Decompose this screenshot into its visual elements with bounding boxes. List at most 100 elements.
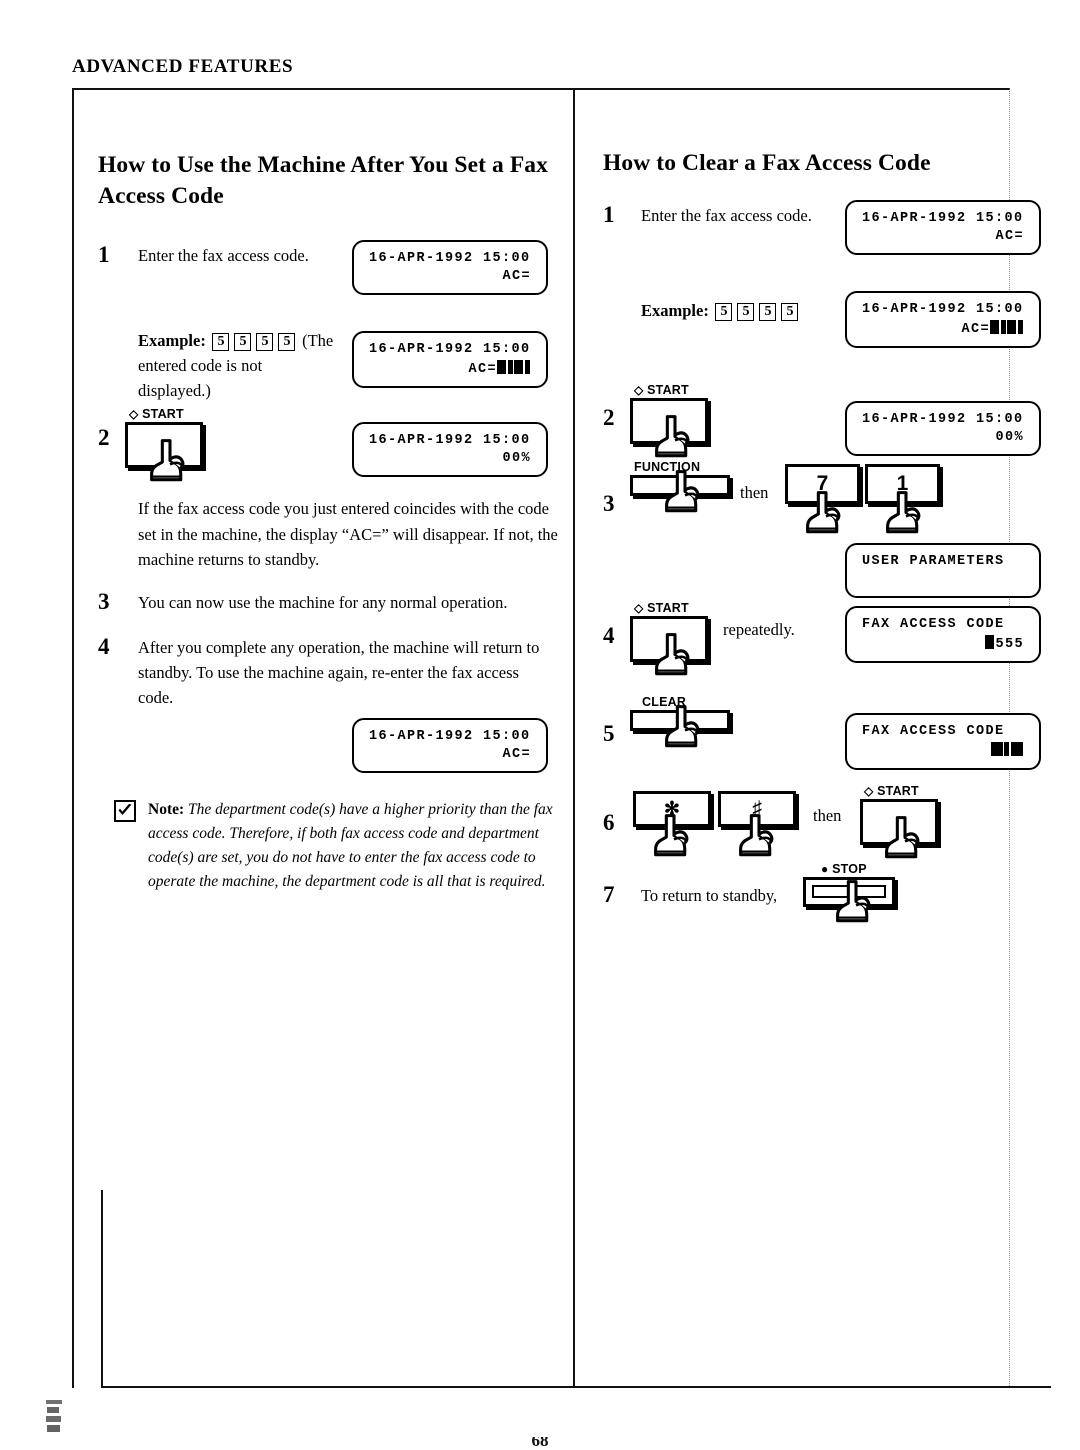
btn-text: START [647, 601, 689, 615]
lcd-display-r-step3: USER PARAMETERS [845, 543, 1046, 604]
step-number: 1 [603, 202, 615, 227]
step-number: 3 [98, 589, 110, 614]
btn-text: STOP [832, 862, 867, 876]
function-button-label: FUNCTION [634, 460, 701, 474]
start-button-label: ◇ START [860, 785, 938, 798]
lcd-line-1: 16-APR-1992 15:00 [369, 251, 531, 266]
lcd-display-r-step1: 16-APR-1992 15:00 AC= [845, 200, 1046, 261]
step-number: 1 [98, 242, 110, 267]
key-7-button[interactable]: 7 [785, 464, 860, 534]
lcd-line-2: AC= [995, 229, 1024, 244]
button-face[interactable]: ✻ [633, 791, 711, 827]
clear-button-label: CLEAR [642, 695, 687, 709]
masked-block [507, 360, 513, 374]
page-number-text: 68 [531, 1437, 549, 1450]
lcd-line-2: 00% [995, 430, 1024, 445]
button-face[interactable] [630, 397, 708, 444]
button-face[interactable]: 1 [865, 464, 940, 504]
lcd-line-2: AC= [369, 360, 531, 377]
start-button-r-step6[interactable]: ◇ START [860, 785, 938, 859]
left-example: Example: 5555 (The entered code is not d… [138, 328, 338, 403]
keycap-5-b: 5 [234, 333, 252, 352]
step-number: 3 [603, 491, 615, 516]
frame-left-lower [101, 1190, 103, 1388]
step-number: 2 [603, 405, 615, 430]
step-number: 5 [603, 721, 615, 746]
btn-text: START [647, 383, 689, 397]
key-7-label: 7 [816, 472, 829, 495]
masked-block [1010, 742, 1023, 756]
lcd-display-r-step5: FAX ACCESS CODE [845, 713, 1046, 776]
lcd-ac-prefix: AC= [961, 322, 990, 337]
masked-block [514, 360, 523, 374]
masked-block [1000, 320, 1006, 334]
right-section-title: How to Clear a Fax Access Code [603, 150, 931, 176]
step-text: You can now use the machine for any norm… [138, 593, 508, 612]
button-face[interactable] [630, 615, 708, 662]
stop-button-label: ● STOP [803, 863, 895, 876]
example-label: Example: [641, 301, 709, 320]
step-text: Enter the fax access code. [138, 246, 309, 265]
keycap-5-c: 5 [759, 303, 777, 322]
note-label: Note: [148, 801, 185, 818]
button-face[interactable] [860, 798, 938, 845]
checkmark-icon [114, 800, 136, 822]
lcd-line-1: 16-APR-1992 15:00 [369, 342, 531, 357]
example-label: Example: [138, 331, 206, 350]
page-number: 68 [0, 1437, 1080, 1450]
masked-block [497, 360, 506, 374]
step-number: 2 [98, 425, 110, 450]
button-face[interactable] [630, 709, 730, 731]
lcd-line-2: 00% [502, 451, 531, 466]
lcd-display-r-example: 16-APR-1992 15:00 AC= [845, 291, 1046, 354]
button-face[interactable] [803, 876, 895, 907]
asterisk-icon: ✻ [664, 798, 680, 820]
keycap-5-c: 5 [256, 333, 274, 352]
lcd-line-1: FAX ACCESS CODE [862, 617, 1005, 632]
then-connector-step3: then [740, 483, 769, 502]
key-star-button[interactable]: ✻ [633, 791, 711, 857]
left-section-title: How to Use the Machine After You Set a F… [98, 152, 548, 210]
hash-icon: ♯ [752, 798, 762, 819]
scan-artifact [46, 1400, 62, 1432]
start-button-r-step2[interactable]: ◇ START [630, 383, 708, 458]
note-block: Note: The department code(s) have a high… [114, 798, 564, 894]
function-button[interactable]: FUNCTION [630, 460, 730, 513]
start-button-r-step4[interactable]: ◇ START [630, 601, 708, 676]
btn-text: START [877, 784, 919, 798]
masked-block [1004, 742, 1009, 756]
lcd-ac-prefix: AC= [468, 362, 497, 377]
lcd-display-r-step4: FAX ACCESS CODE 555 [845, 606, 1046, 669]
stop-circle-icon: ● [821, 862, 829, 876]
note-text: Note: The department code(s) have a high… [148, 798, 564, 894]
stop-button-inner [812, 885, 886, 898]
lcd-line-1: 16-APR-1992 15:00 [862, 302, 1024, 317]
step-number: 7 [603, 882, 615, 907]
code-digits: 555 [995, 637, 1024, 652]
masked-block [1017, 320, 1023, 334]
key-hash-button[interactable]: ♯ [718, 791, 796, 857]
key-1-label: 1 [896, 472, 909, 495]
key-1-button[interactable]: 1 [865, 464, 940, 534]
button-face[interactable]: 7 [785, 464, 860, 504]
left-step-2-body: If the fax access code you just entered … [138, 499, 558, 570]
step-text: To return to standby, [641, 886, 778, 905]
right-example: Example: 5555 [641, 298, 801, 323]
keycap-5-d: 5 [781, 303, 799, 322]
step-number: 4 [603, 623, 615, 648]
left-step-3: 3 You can now use the machine for any no… [98, 590, 558, 615]
keycap-5-a: 5 [212, 333, 230, 352]
button-face[interactable]: ♯ [718, 791, 796, 827]
button-face[interactable] [125, 421, 203, 468]
repeatedly-text: repeatedly. [723, 620, 795, 639]
clear-button[interactable]: CLEAR [630, 695, 730, 748]
lcd-line-1: 16-APR-1992 15:00 [369, 433, 531, 448]
stop-button[interactable]: ● STOP [803, 863, 895, 923]
start-button-step2[interactable]: ◇ START [125, 407, 203, 482]
diamond-icon: ◇ [129, 407, 139, 421]
lcd-line-1: USER PARAMETERS [862, 554, 1005, 569]
button-face[interactable] [630, 474, 730, 496]
step-number: 4 [98, 634, 110, 659]
lcd-line-1: FAX ACCESS CODE [862, 724, 1005, 739]
masked-block [524, 360, 530, 374]
